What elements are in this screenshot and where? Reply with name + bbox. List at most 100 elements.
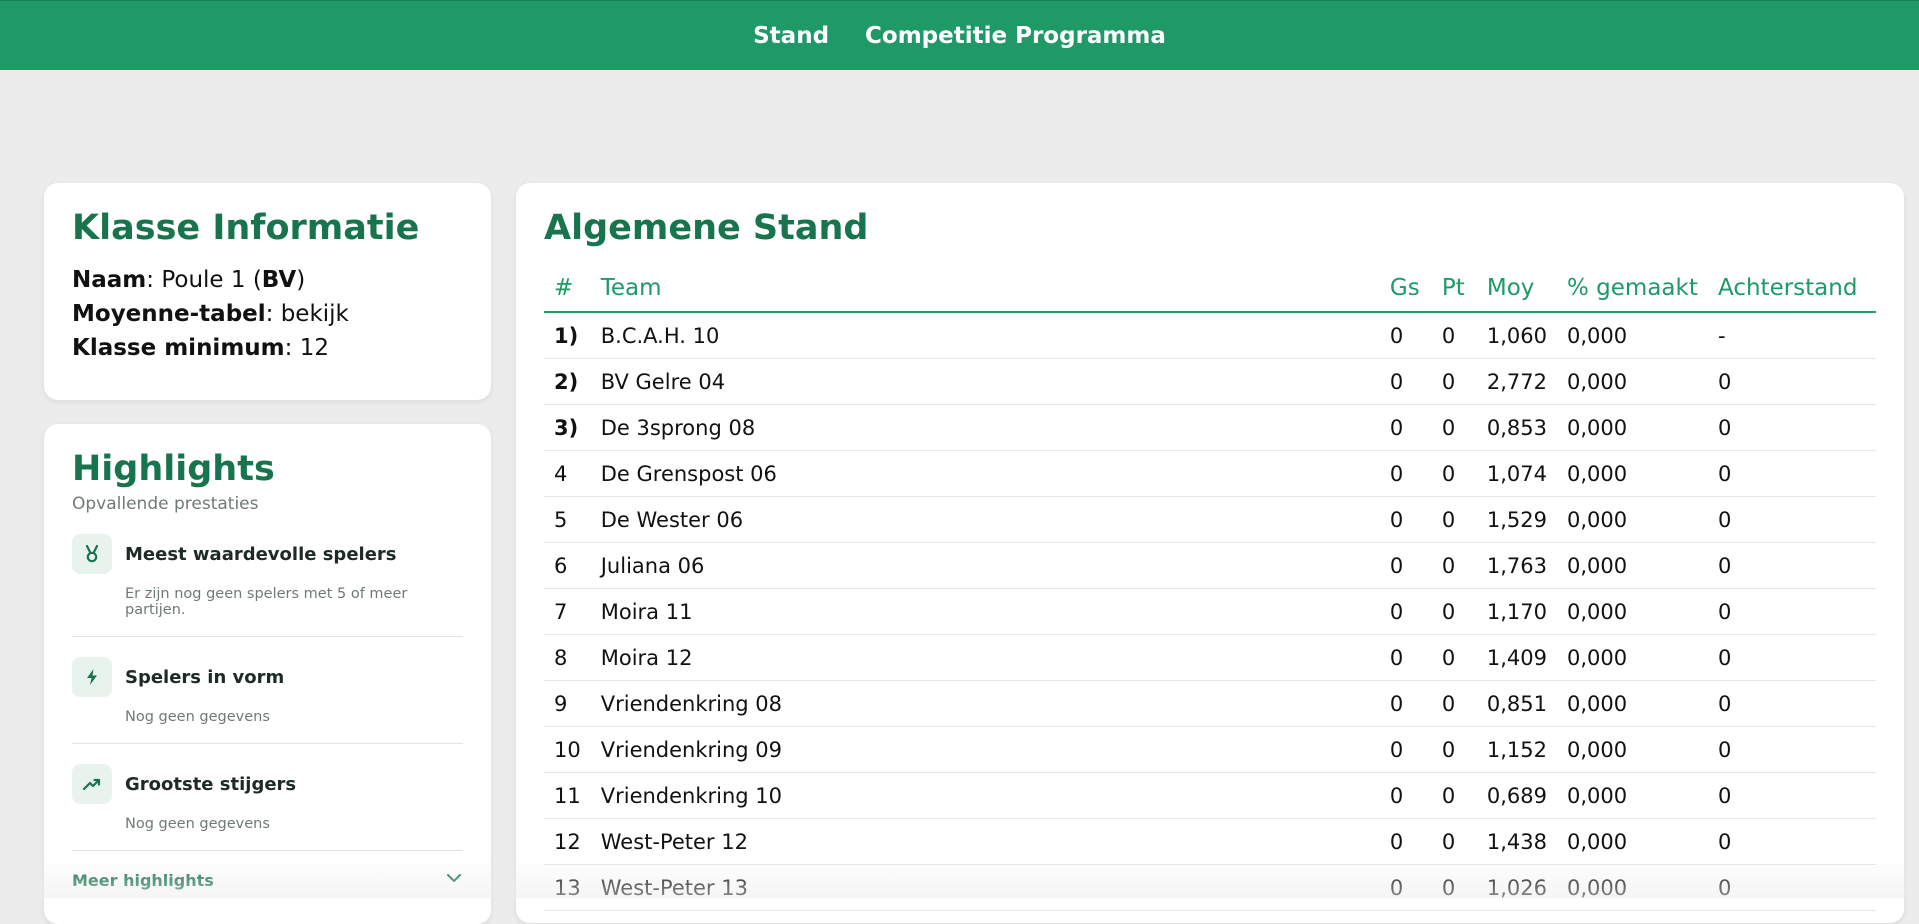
row-pct: 0,000 xyxy=(1557,542,1708,589)
col-pct-gemaakt[interactable]: % gemaakt xyxy=(1557,263,1708,313)
row-pct: 0,000 xyxy=(1557,864,1708,911)
table-row[interactable]: 12 West-Peter 12 0 0 1,438 0,000 0 xyxy=(544,818,1876,865)
row-rank: 2) xyxy=(544,358,591,405)
row-rank: 6 xyxy=(544,542,591,589)
meer-highlights-label: Meer highlights xyxy=(72,870,214,890)
highlight-stijgers-desc: Nog geen gegevens xyxy=(125,816,270,832)
row-rank: 8 xyxy=(544,634,591,681)
row-achterstand: 0 xyxy=(1708,772,1876,819)
row-rank: 13 xyxy=(544,864,591,911)
row-pct: 0,000 xyxy=(1557,312,1708,359)
row-pt: 0 xyxy=(1431,864,1477,911)
klasse-informatie-card: Klasse Informatie Naam: Poule 1 (BV) Moy… xyxy=(44,183,491,400)
row-pct: 0,000 xyxy=(1557,680,1708,727)
row-moy: 0,851 xyxy=(1476,680,1557,727)
info-minimum-value: : 12 xyxy=(284,335,329,361)
row-moy: 0,689 xyxy=(1476,772,1557,819)
row-team: Juliana 06 xyxy=(590,542,1380,589)
klasse-info-lines: Naam: Poule 1 (BV) Moyenne-tabel: bekijk… xyxy=(72,263,463,365)
table-row[interactable]: 10 Vriendenkring 09 0 0 1,152 0,000 0 xyxy=(544,726,1876,773)
col-pt[interactable]: Pt xyxy=(1431,263,1477,313)
row-pt: 0 xyxy=(1431,358,1477,405)
row-team: Vriendenkring 08 xyxy=(590,680,1380,727)
row-achterstand: 0 xyxy=(1708,818,1876,865)
table-row[interactable]: 13 West-Peter 13 0 0 1,026 0,000 0 xyxy=(544,864,1876,911)
nav-stand[interactable]: Stand xyxy=(753,23,829,49)
row-team: Moira 12 xyxy=(590,634,1380,681)
row-team: De 3sprong 08 xyxy=(590,404,1380,451)
row-rank: 4 xyxy=(544,450,591,497)
table-row[interactable]: 3) De 3sprong 08 0 0 0,853 0,000 0 xyxy=(544,404,1876,451)
moyenne-tabel-link[interactable]: bekijk xyxy=(281,301,349,327)
highlights-card: Highlights Opvallende prestaties Meest w… xyxy=(44,424,491,924)
row-achterstand: 0 xyxy=(1708,404,1876,451)
row-moy: 0,853 xyxy=(1476,404,1557,451)
standings-table: # Team Gs Pt Moy % gemaakt Achterstand 1… xyxy=(544,263,1876,911)
row-achterstand: 0 xyxy=(1708,358,1876,405)
row-gs: 0 xyxy=(1379,542,1432,589)
table-row[interactable]: 5 De Wester 06 0 0 1,529 0,000 0 xyxy=(544,496,1876,543)
row-moy: 2,772 xyxy=(1476,358,1557,405)
algemene-stand-card: Algemene Stand # Team Gs Pt Moy % gemaak… xyxy=(516,183,1904,923)
row-gs: 0 xyxy=(1379,450,1432,497)
table-row[interactable]: 7 Moira 11 0 0 1,170 0,000 0 xyxy=(544,588,1876,635)
row-pct: 0,000 xyxy=(1557,496,1708,543)
table-row[interactable]: 1) B.C.A.H. 10 0 0 1,060 0,000 - xyxy=(544,312,1876,359)
table-row[interactable]: 8 Moira 12 0 0 1,409 0,000 0 xyxy=(544,634,1876,681)
row-moy: 1,763 xyxy=(1476,542,1557,589)
table-row[interactable]: 9 Vriendenkring 08 0 0 0,851 0,000 0 xyxy=(544,680,1876,727)
highlight-mvp: Meest waardevolle spelers Er zijn nog ge… xyxy=(72,514,463,637)
info-naam-suffix: ) xyxy=(296,267,306,293)
row-moy: 1,170 xyxy=(1476,588,1557,635)
info-minimum-line: Klasse minimum: 12 xyxy=(72,331,463,365)
row-rank: 12 xyxy=(544,818,591,865)
row-rank: 7 xyxy=(544,588,591,635)
info-moyenne-sep: : xyxy=(265,301,281,327)
trending-up-icon xyxy=(72,764,112,804)
highlight-mvp-desc: Er zijn nog geen spelers met 5 of meer p… xyxy=(125,586,408,618)
row-pt: 0 xyxy=(1431,404,1477,451)
col-team[interactable]: Team xyxy=(590,263,1380,313)
col-moy[interactable]: Moy xyxy=(1476,263,1557,313)
info-naam-prefix: : Poule 1 ( xyxy=(146,267,262,293)
highlights-title: Highlights xyxy=(72,449,275,489)
info-naam-label: Naam xyxy=(72,267,147,293)
row-moy: 1,026 xyxy=(1476,864,1557,911)
row-moy: 1,074 xyxy=(1476,450,1557,497)
col-gs[interactable]: Gs xyxy=(1379,263,1432,313)
row-gs: 0 xyxy=(1379,864,1432,911)
standings-header-row: # Team Gs Pt Moy % gemaakt Achterstand xyxy=(544,263,1876,313)
col-achterstand[interactable]: Achterstand xyxy=(1708,263,1876,313)
row-achterstand: 0 xyxy=(1708,496,1876,543)
row-team: West-Peter 12 xyxy=(590,818,1380,865)
table-row[interactable]: 2) BV Gelre 04 0 0 2,772 0,000 0 xyxy=(544,358,1876,405)
medal-icon xyxy=(72,534,112,574)
row-team: De Wester 06 xyxy=(590,496,1380,543)
row-pct: 0,000 xyxy=(1557,818,1708,865)
nav-competitie-programma[interactable]: Competitie Programma xyxy=(865,23,1166,49)
row-pct: 0,000 xyxy=(1557,404,1708,451)
table-row[interactable]: 6 Juliana 06 0 0 1,763 0,000 0 xyxy=(544,542,1876,589)
row-gs: 0 xyxy=(1379,588,1432,635)
row-pct: 0,000 xyxy=(1557,588,1708,635)
row-team: Moira 11 xyxy=(590,588,1380,635)
top-navigation: Stand Competitie Programma xyxy=(0,0,1919,70)
row-gs: 0 xyxy=(1379,358,1432,405)
row-gs: 0 xyxy=(1379,818,1432,865)
row-team: BV Gelre 04 xyxy=(590,358,1380,405)
info-naam-bold: BV xyxy=(261,267,297,293)
row-gs: 0 xyxy=(1379,680,1432,727)
col-rank[interactable]: # xyxy=(544,263,591,313)
highlight-stijgers-title: Grootste stijgers xyxy=(125,773,297,795)
row-achterstand: 0 xyxy=(1708,726,1876,773)
row-gs: 0 xyxy=(1379,634,1432,681)
meer-highlights-toggle[interactable]: Meer highlights xyxy=(72,851,463,891)
chevron-down-icon xyxy=(445,869,463,891)
row-gs: 0 xyxy=(1379,312,1432,359)
row-pct: 0,000 xyxy=(1557,634,1708,681)
table-row[interactable]: 11 Vriendenkring 10 0 0 0,689 0,000 0 xyxy=(544,772,1876,819)
row-pct: 0,000 xyxy=(1557,772,1708,819)
row-achterstand: 0 xyxy=(1708,542,1876,589)
row-gs: 0 xyxy=(1379,726,1432,773)
table-row[interactable]: 4 De Grenspost 06 0 0 1,074 0,000 0 xyxy=(544,450,1876,497)
